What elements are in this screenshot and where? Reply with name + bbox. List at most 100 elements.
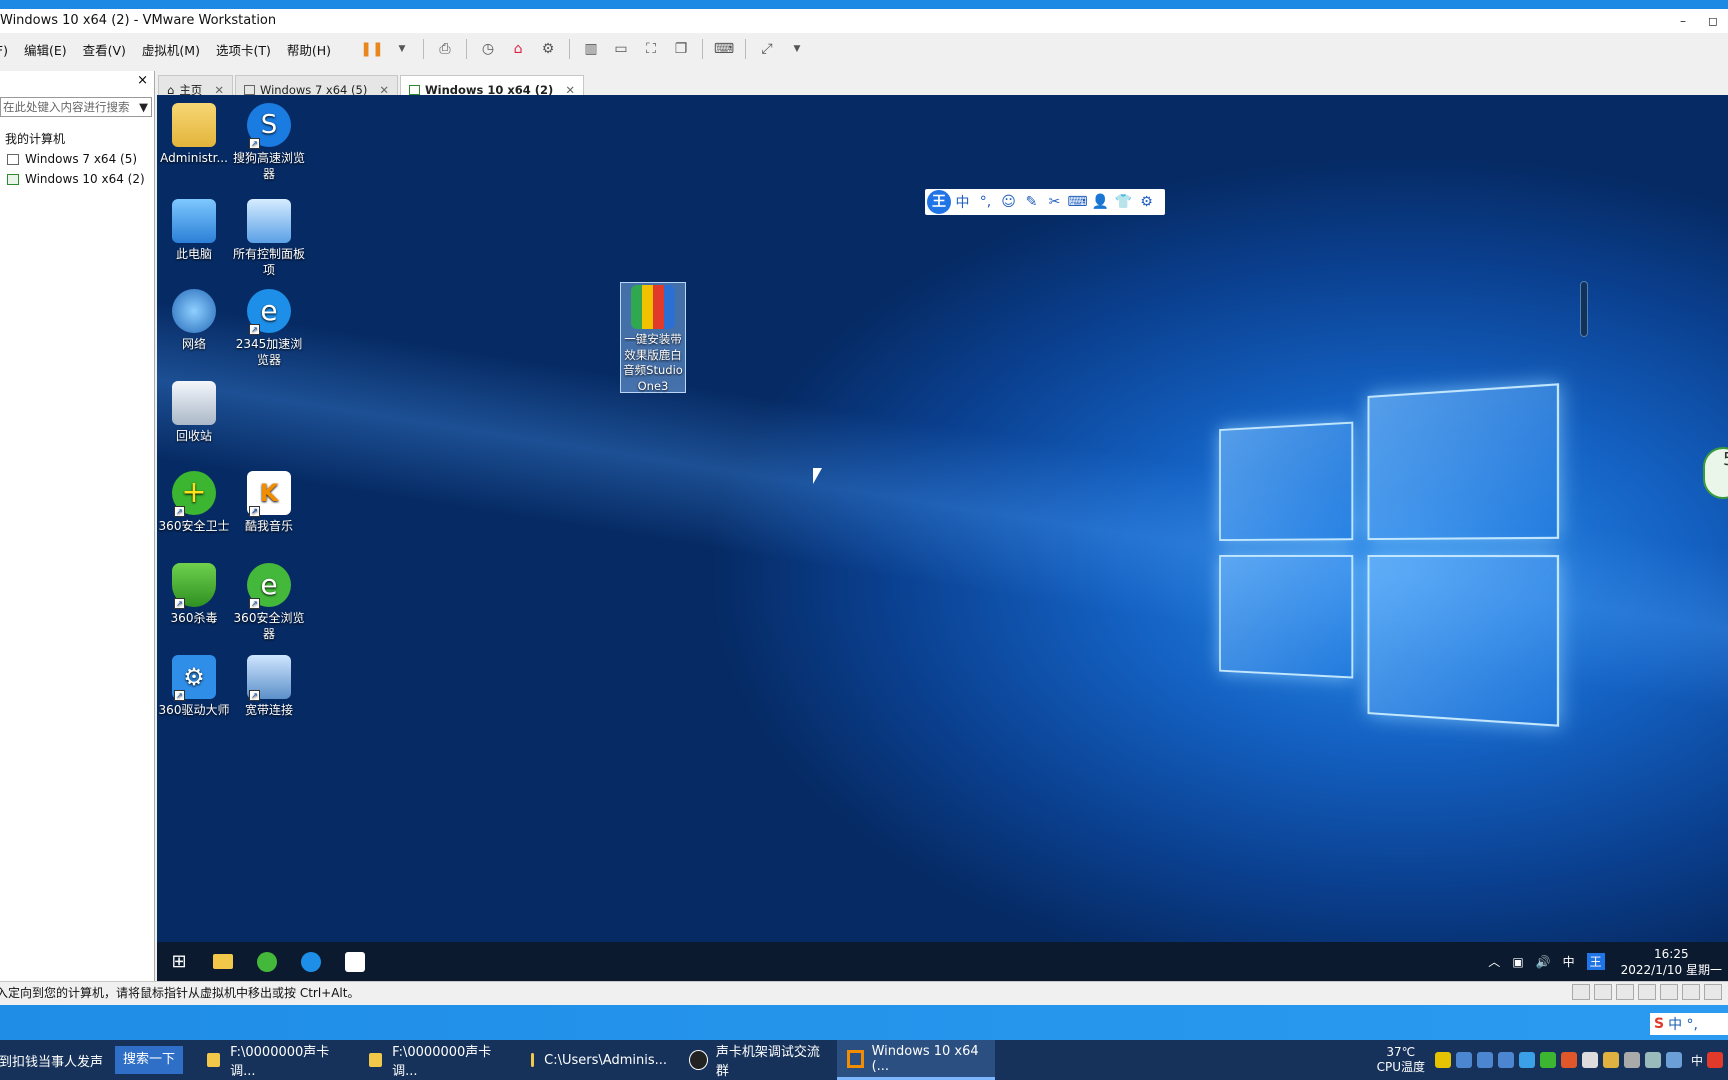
desktop-icon-360-antivirus[interactable]: ↗ 360杀毒: [157, 563, 231, 626]
sound-icon[interactable]: [1660, 984, 1678, 1000]
start-button[interactable]: ⊞: [157, 942, 201, 981]
taskbar-360-browser[interactable]: [245, 942, 289, 981]
tray-volume-icon[interactable]: [1644, 1052, 1661, 1068]
desktop-icon-broadband[interactable]: ↗ 宽带连接: [232, 655, 306, 718]
taskbar-item-explorer-1[interactable]: F:\0000000声卡调...: [197, 1040, 357, 1080]
search-button[interactable]: 搜索一下: [115, 1046, 184, 1074]
close-library-icon[interactable]: ×: [137, 73, 148, 88]
ime-skin-icon[interactable]: 👕: [1112, 194, 1135, 210]
control-panel-icon: [247, 199, 291, 243]
ime-logo-icon[interactable]: 王: [927, 190, 951, 214]
snapshot-icon[interactable]: ◷: [476, 38, 500, 60]
tray-360-icon[interactable]: [1434, 1052, 1451, 1068]
search-box[interactable]: 提到扣钱当事人发声: [0, 1040, 115, 1080]
network-speed-widget[interactable]: 5: [1703, 447, 1728, 499]
desktop-icon-2345-browser[interactable]: e ↗ 2345加速浏览器: [232, 289, 306, 368]
taskbar-kuwo-music[interactable]: [333, 942, 377, 981]
taskbar-item-explorer-3[interactable]: C:\Users\Adminis...: [521, 1040, 677, 1080]
tree-item-win10[interactable]: Windows 10 x64 (2): [5, 169, 145, 189]
desktop-icon-studio-one-installer[interactable]: 一键安装带效果版鹿白音频Studio One3: [620, 282, 686, 393]
tray-display-icon[interactable]: [1665, 1052, 1682, 1068]
tree-root-my-computer[interactable]: 我的计算机: [5, 129, 145, 149]
tray-network-icon[interactable]: [1455, 1052, 1472, 1068]
taskbar-item-explorer-2[interactable]: F:\0000000声卡调...: [359, 1040, 519, 1080]
tray-expand-icon[interactable]: ︿: [1488, 953, 1500, 970]
taskbar-ie-browser[interactable]: [289, 942, 333, 981]
tray-mic-icon[interactable]: [1623, 1052, 1640, 1068]
ime-scissors-icon[interactable]: ✂: [1043, 194, 1066, 210]
volume-icon[interactable]: 🔊: [1536, 955, 1551, 969]
guest-clock[interactable]: 16:25 2022/1/10 星期一: [1621, 946, 1722, 978]
ime-punctuation[interactable]: °,: [974, 194, 997, 210]
ime-user-icon[interactable]: 👤: [1089, 194, 1112, 210]
taskbar-item-qq-group[interactable]: 声卡机架调试交流群: [679, 1040, 835, 1080]
network-adapter-icon[interactable]: [1616, 984, 1634, 1000]
full-screen-icon[interactable]: ⛶: [639, 38, 663, 60]
menu-vm[interactable]: 虚拟机(M): [134, 40, 208, 59]
snapshot-manager-icon[interactable]: ⚙: [536, 38, 560, 60]
stretch-dropdown-icon[interactable]: ▼: [785, 38, 809, 60]
desktop-icon-360-safe[interactable]: + ↗ 360安全卫士: [157, 471, 231, 534]
vm-status-bar: 要将输入定向到您的计算机，请将鼠标指针从虚拟机中移出或按 Ctrl+Alt。: [0, 981, 1728, 1005]
360-browser-icon: e ↗: [247, 563, 291, 609]
pause-icon[interactable]: ❚❚: [360, 38, 384, 60]
menu-file[interactable]: 文件(F): [0, 40, 16, 59]
minimize-button[interactable]: –: [1668, 9, 1698, 33]
message-icon[interactable]: [1704, 984, 1722, 1000]
usb-icon[interactable]: [1638, 984, 1656, 1000]
show-library-icon[interactable]: ▥: [579, 38, 603, 60]
unity-icon[interactable]: ❐: [669, 38, 693, 60]
maximize-button[interactable]: ◻: [1698, 9, 1728, 33]
qq-icon: [689, 1050, 708, 1070]
printer-icon[interactable]: [1682, 984, 1700, 1000]
menu-view[interactable]: 查看(V): [75, 40, 134, 59]
tray-camera-icon[interactable]: [1581, 1052, 1598, 1068]
desktop-icon-360-driver[interactable]: ⚙ ↗ 360驱动大师: [157, 655, 231, 718]
ime-emoji-icon[interactable]: ☺: [997, 194, 1020, 210]
ime-keyboard-icon[interactable]: ⌨: [1066, 194, 1089, 210]
menu-edit[interactable]: 编辑(E): [16, 40, 75, 59]
desktop-icon-kuwo-music[interactable]: K ↗ 酷我音乐: [232, 471, 306, 534]
taskbar-item-vmware[interactable]: Windows 10 x64 (...: [837, 1040, 996, 1080]
guest-desktop[interactable]: Administr... S ↗ 搜狗高速浏览器 此电脑 所有控制面板项 网络 e…: [157, 95, 1728, 981]
desktop-icon-sogou-browser[interactable]: S ↗ 搜狗高速浏览器: [232, 103, 306, 182]
network-icon[interactable]: ▣: [1512, 955, 1523, 969]
revert-snapshot-icon[interactable]: ⌂: [506, 38, 530, 60]
tray-input-language[interactable]: 中: [1691, 1052, 1703, 1069]
volume-gauge[interactable]: [1580, 281, 1588, 337]
desktop-icon-360-browser[interactable]: e ↗ 360安全浏览器: [232, 563, 306, 642]
taskbar-file-explorer[interactable]: [201, 942, 245, 981]
ime-tray-icon[interactable]: 王: [1586, 953, 1605, 970]
hdd-icon[interactable]: [1572, 984, 1590, 1000]
sogou-ime-bar[interactable]: S 中 °,: [1650, 1013, 1728, 1035]
menu-tabs[interactable]: 选项卡(T): [208, 40, 279, 59]
desktop-icon-recycle-bin[interactable]: 回收站: [157, 381, 231, 444]
library-search-input[interactable]: 在此处键入内容进行搜索 ▼: [0, 97, 152, 117]
input-language[interactable]: 中: [1563, 953, 1575, 970]
ime-chinese-mode[interactable]: 中: [951, 192, 974, 212]
tray-copy-icon[interactable]: [1476, 1052, 1493, 1068]
tray-sogou-icon[interactable]: [1707, 1052, 1723, 1068]
cd-icon[interactable]: [1594, 984, 1612, 1000]
console-view-icon[interactable]: ⌨: [712, 38, 736, 60]
menu-help[interactable]: 帮助(H): [279, 40, 339, 59]
search-dropdown-icon[interactable]: ▼: [139, 98, 148, 116]
vmware-icon: [847, 1049, 864, 1068]
tray-app-icon[interactable]: [1518, 1052, 1535, 1068]
tree-item-win7[interactable]: Windows 7 x64 (5): [5, 149, 145, 169]
thumbnail-bar-icon[interactable]: ▭: [609, 38, 633, 60]
dropdown-arrow-icon[interactable]: ▼: [390, 38, 414, 60]
tray-tool-icon[interactable]: [1602, 1052, 1619, 1068]
desktop-icon-control-panel[interactable]: 所有控制面板项: [232, 199, 306, 278]
send-ctrl-alt-del-icon[interactable]: ⎙: [433, 38, 457, 60]
ime-handwriting-icon[interactable]: ✎: [1020, 194, 1043, 210]
desktop-icon-this-pc[interactable]: 此电脑: [157, 199, 231, 262]
desktop-icon-administrator[interactable]: Administr...: [157, 103, 231, 166]
stretch-guest-icon[interactable]: ⤢: [755, 38, 779, 60]
desktop-icon-network[interactable]: 网络: [157, 289, 231, 352]
tray-video-icon[interactable]: [1539, 1052, 1556, 1068]
ime-settings-icon[interactable]: ⚙: [1135, 194, 1158, 210]
tray-fire-icon[interactable]: [1560, 1052, 1577, 1068]
tray-cloud-icon[interactable]: [1497, 1052, 1514, 1068]
cpu-temperature[interactable]: 37℃ CPU温度: [1377, 1045, 1425, 1075]
